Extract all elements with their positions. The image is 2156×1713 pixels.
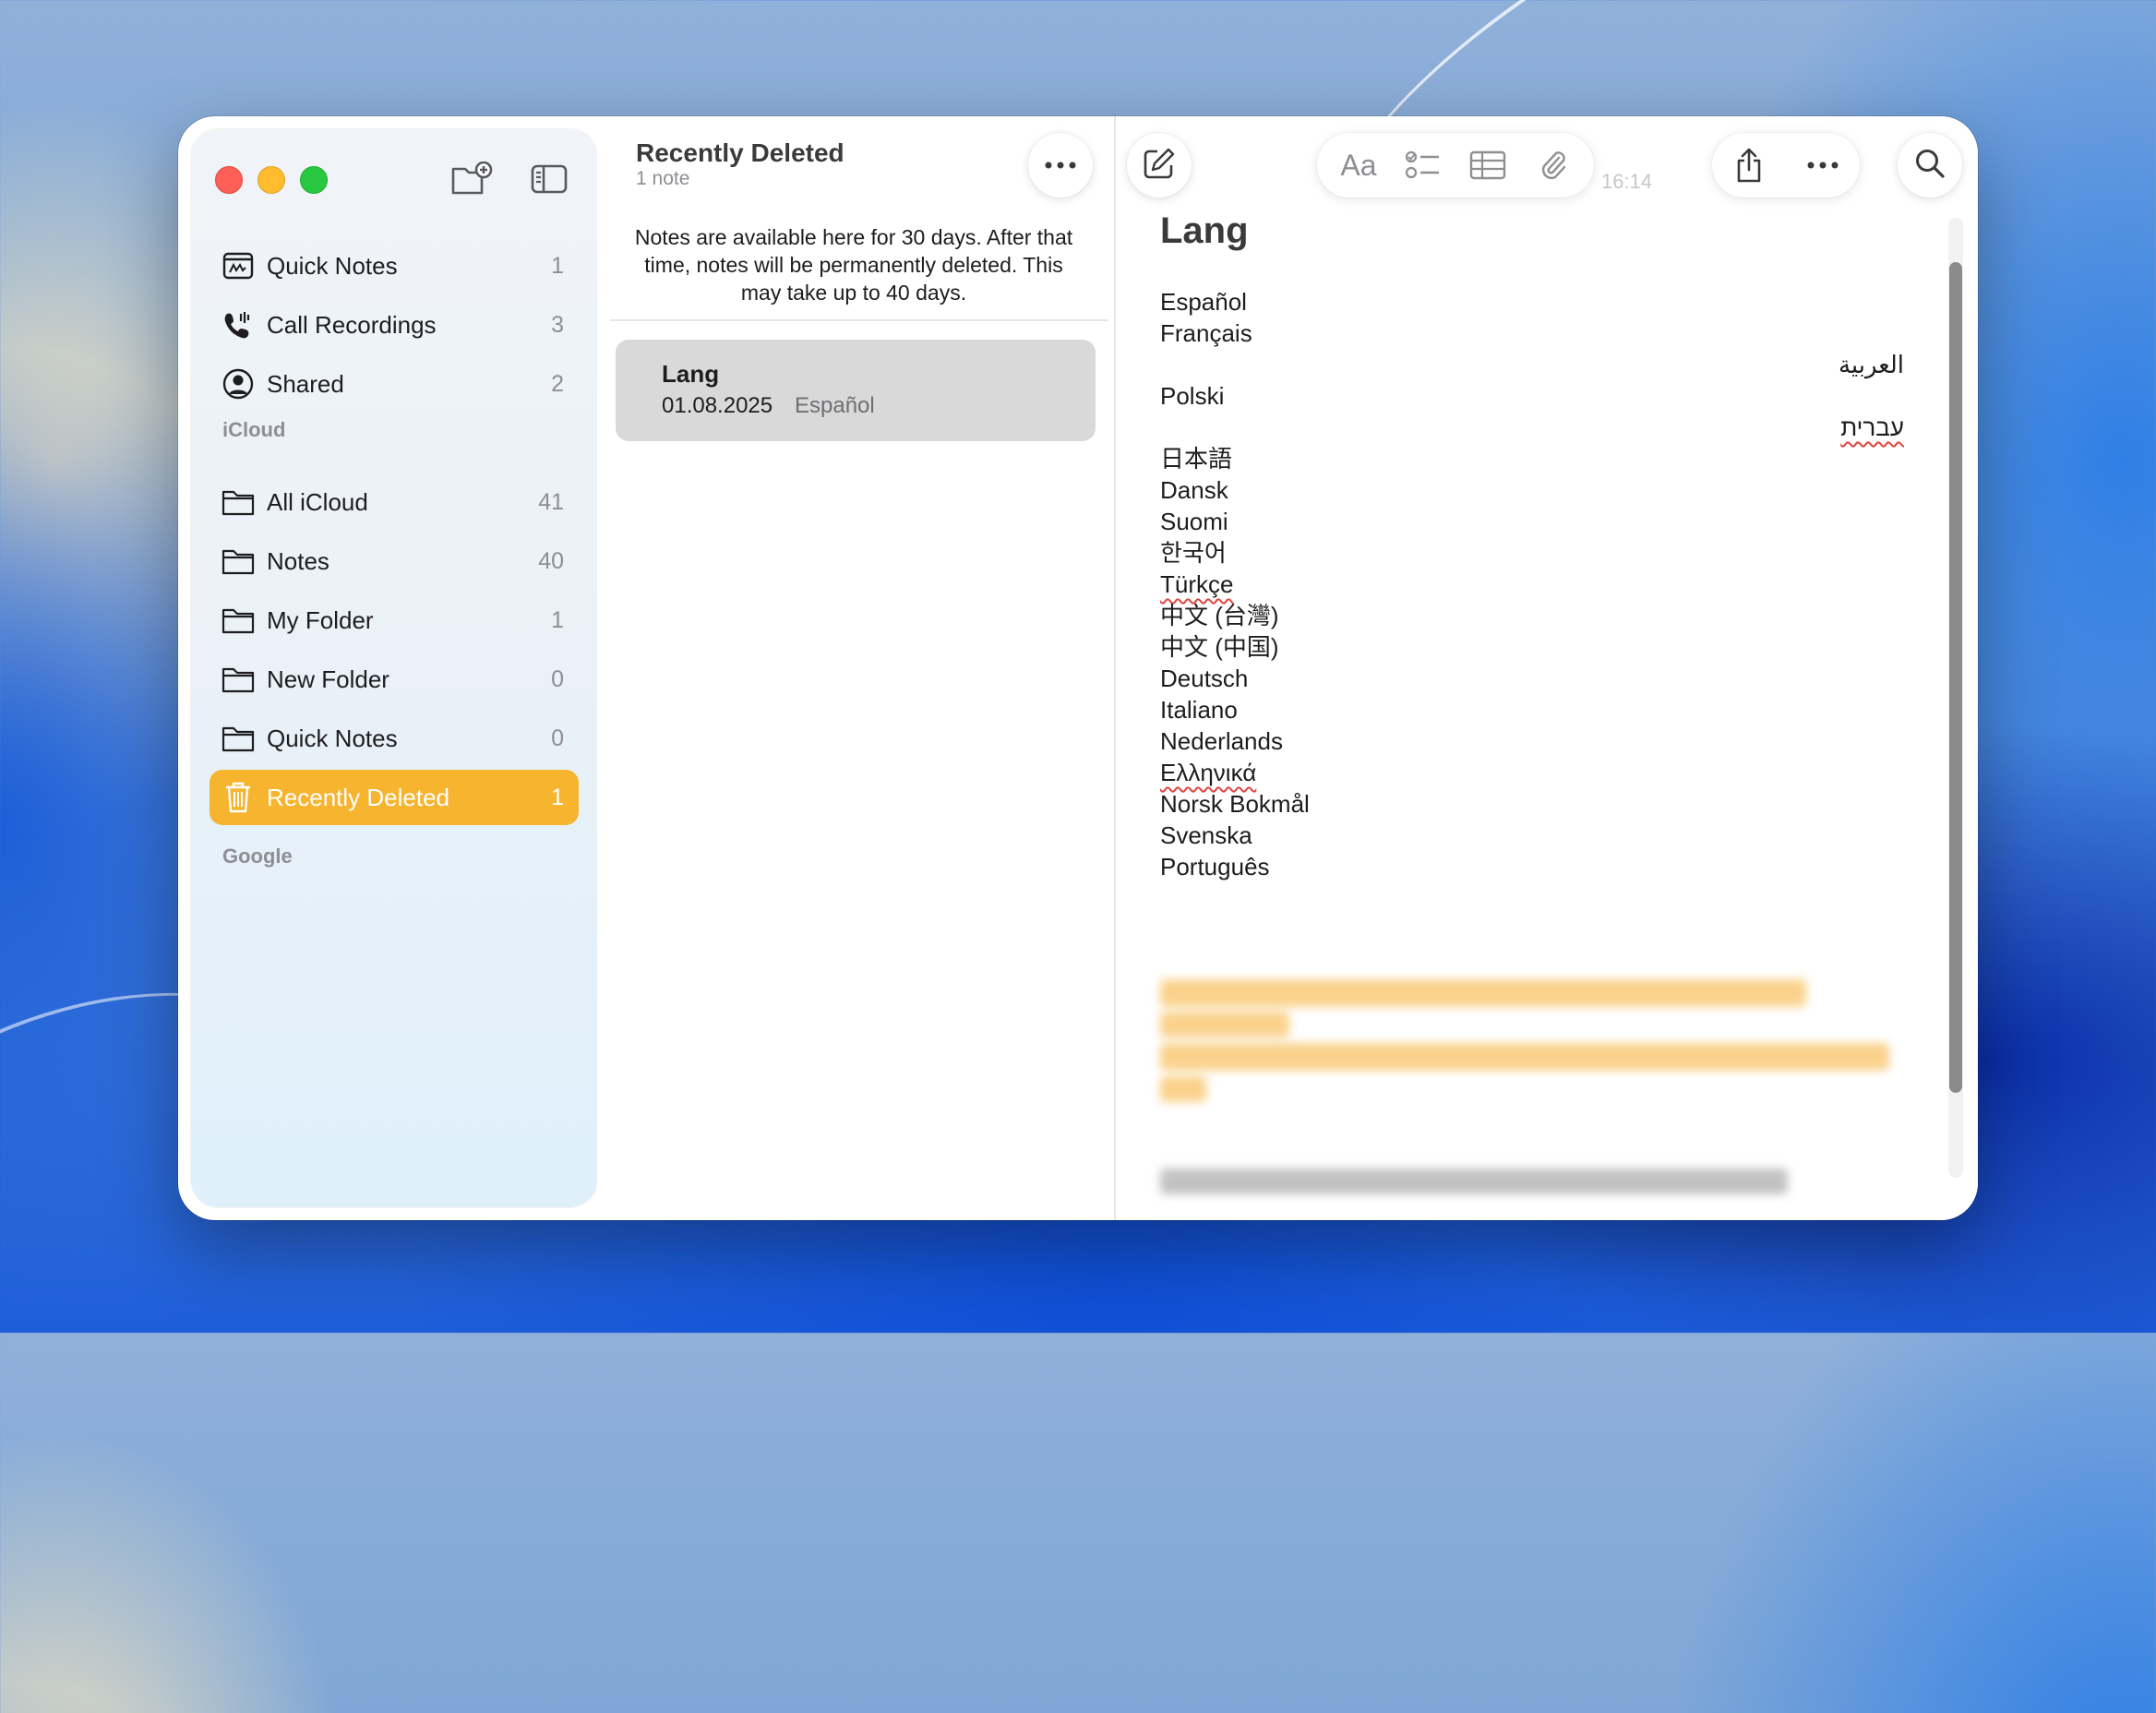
note-line[interactable]: Italiano	[1160, 694, 1238, 725]
list-title: Recently Deleted	[636, 138, 844, 167]
format-toolbar: Aa	[1317, 133, 1594, 198]
note-date: 01.08.2025	[662, 393, 773, 418]
redacted-text	[1160, 1168, 1788, 1194]
phone-waveform-icon	[221, 307, 256, 342]
zoom-button[interactable]	[300, 166, 328, 194]
note-line[interactable]: Türkçe	[1160, 569, 1233, 600]
sidebar-item-label: Recently Deleted	[267, 783, 449, 811]
quick-notes-icon	[221, 248, 256, 283]
trash-icon	[221, 780, 256, 815]
sidebar-item-label: All iCloud	[267, 487, 368, 516]
note-line[interactable]: Deutsch	[1160, 663, 1248, 694]
section-header-google[interactable]: Google	[222, 845, 293, 868]
new-folder-icon[interactable]	[449, 159, 494, 199]
sidebar-item-label: Quick Notes	[267, 724, 398, 752]
note-line[interactable]: 中文 (台灣)	[1160, 600, 1279, 631]
person-circle-icon	[221, 366, 256, 401]
note-line[interactable]: Polski	[1160, 380, 1224, 412]
sidebar-item-notes[interactable]: Notes 40	[210, 533, 579, 589]
sidebar-item-count: 0	[551, 665, 564, 692]
divider	[610, 319, 1108, 321]
note-line[interactable]: Svenska	[1160, 820, 1252, 851]
folder-icon	[221, 662, 256, 697]
note-heading[interactable]: Lang	[1160, 210, 1249, 252]
sidebar-item-recently-deleted[interactable]: Recently Deleted 1	[210, 770, 579, 825]
note-line[interactable]: Norsk Bokmål	[1160, 788, 1310, 820]
sidebar-item-label: Call Recordings	[267, 310, 437, 339]
sidebar-item-count: 1	[551, 606, 564, 633]
note-line[interactable]: Português	[1160, 851, 1270, 882]
sidebar-item-label: Quick Notes	[267, 251, 398, 280]
sidebar-item-count: 2	[551, 370, 564, 397]
folder-icon	[221, 485, 256, 520]
sidebar-item-call-recordings[interactable]: Call Recordings 3	[210, 297, 579, 353]
notes-window: Quick Notes 1 Call Recordings 3 Shared 2…	[178, 116, 1978, 1220]
share-icon[interactable]	[1725, 141, 1773, 189]
sidebar-item-count: 3	[551, 311, 564, 338]
redacted-link	[1160, 1076, 1206, 1102]
section-header-icloud[interactable]: iCloud	[222, 418, 285, 442]
paperclip-icon[interactable]	[1528, 141, 1576, 189]
sidebar-item-all-icloud[interactable]: All iCloud 41	[210, 474, 579, 530]
list-more-button[interactable]	[1028, 133, 1093, 198]
search-icon	[1914, 148, 1946, 184]
list-note-count: 1 note	[636, 168, 690, 189]
sidebar-item-count: 0	[551, 725, 564, 751]
note-editor: 16:14 Aa Lang Español Français العربية P…	[1116, 116, 1978, 1220]
sidebar-item-label: New Folder	[267, 665, 389, 693]
note-preview: Español	[795, 393, 875, 418]
redacted-link	[1160, 979, 1806, 1007]
folder-icon	[221, 544, 256, 579]
retention-info: Notes are available here for 30 days. Af…	[634, 225, 1073, 305]
sidebar-item-count: 41	[538, 488, 564, 515]
note-line[interactable]: עברית	[1840, 412, 1904, 443]
table-icon[interactable]	[1464, 141, 1512, 189]
sidebar-item-new-folder[interactable]: New Folder 0	[210, 652, 579, 707]
note-line[interactable]: Français	[1160, 317, 1252, 349]
compose-button[interactable]	[1127, 133, 1192, 198]
sidebar-item-label: Shared	[267, 369, 344, 398]
note-timestamp: 16:14	[1601, 170, 1653, 193]
sidebar-item-quick-notes-folder[interactable]: Quick Notes 0	[210, 711, 579, 766]
note-line[interactable]: Nederlands	[1160, 725, 1283, 757]
note-line[interactable]: Suomi	[1160, 506, 1228, 537]
ellipsis-icon	[1045, 157, 1076, 174]
checklist-icon[interactable]	[1399, 141, 1447, 189]
folder-icon	[221, 603, 256, 638]
compose-icon	[1143, 147, 1176, 185]
scrollbar-thumb[interactable]	[1949, 262, 1962, 1093]
ellipsis-icon[interactable]	[1799, 141, 1847, 189]
note-line[interactable]: Español	[1160, 286, 1247, 317]
sidebar: Quick Notes 1 Call Recordings 3 Shared 2…	[191, 129, 597, 1207]
note-line[interactable]: العربية	[1839, 349, 1904, 380]
sidebar-item-count: 40	[538, 547, 564, 574]
sidebar-item-label: Notes	[267, 546, 329, 575]
note-line[interactable]: 日本語	[1160, 443, 1232, 474]
note-line[interactable]: Dansk	[1160, 474, 1228, 506]
note-title: Lang	[662, 360, 720, 388]
sidebar-item-label: My Folder	[267, 605, 374, 634]
sidebar-item-count: 1	[551, 252, 564, 279]
text-format-button[interactable]: Aa	[1335, 141, 1383, 189]
note-line[interactable]: 中文 (中国)	[1160, 631, 1279, 663]
redacted-link	[1160, 1043, 1889, 1071]
search-button[interactable]	[1898, 133, 1962, 198]
redacted-link	[1160, 1012, 1289, 1037]
share-more-group	[1712, 133, 1860, 198]
folder-icon	[221, 721, 256, 756]
note-line[interactable]: 한국어	[1160, 537, 1227, 569]
close-button[interactable]	[215, 166, 243, 194]
sidebar-toggle-icon[interactable]	[527, 159, 571, 199]
note-list-pane: Recently Deleted 1 note Notes are availa…	[597, 116, 1108, 1220]
sidebar-item-count: 1	[551, 784, 564, 810]
minimize-button[interactable]	[258, 166, 285, 194]
sidebar-item-shared[interactable]: Shared 2	[210, 356, 579, 412]
sidebar-item-my-folder[interactable]: My Folder 1	[210, 593, 579, 648]
note-list-item[interactable]: Lang 01.08.2025 Español	[616, 340, 1096, 441]
sidebar-item-quick-notes[interactable]: Quick Notes 1	[210, 238, 579, 293]
note-line[interactable]: Ελληνικά	[1160, 757, 1256, 788]
